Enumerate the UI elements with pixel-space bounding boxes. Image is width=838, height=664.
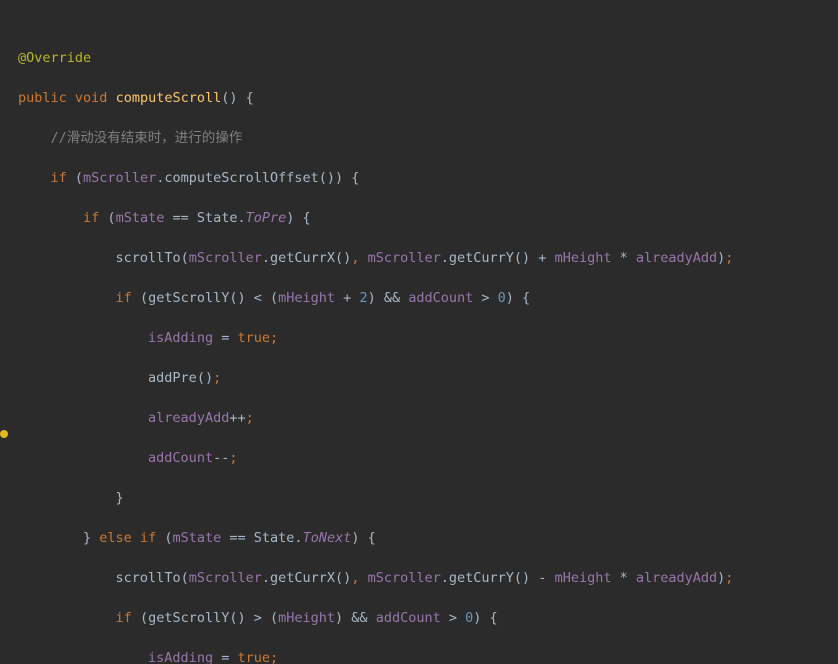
code-editor[interactable]: @Override public void computeScroll() { …	[0, 0, 838, 664]
method-call: getCurrX	[270, 250, 335, 266]
field: mScroller	[189, 250, 262, 266]
number: 2	[359, 290, 367, 306]
field: alreadyAdd	[636, 250, 717, 266]
code-line: if (mState == State.ToPre) {	[18, 208, 838, 228]
keyword-if: if	[83, 210, 99, 226]
code-line: scrollTo(mScroller.getCurrX(), mScroller…	[18, 568, 838, 588]
code-line: alreadyAdd++;	[18, 408, 838, 428]
keyword-else: else	[99, 530, 132, 546]
keyword-if: if	[116, 290, 132, 306]
method-name: computeScroll	[116, 90, 222, 106]
field: mHeight	[278, 610, 335, 626]
method-call: addPre	[148, 370, 197, 386]
enum-value: ToNext	[303, 530, 352, 546]
method-call: getScrollY	[148, 610, 229, 626]
keyword-public: public	[18, 90, 67, 106]
indent	[18, 330, 148, 346]
keyword-true: true	[237, 650, 270, 664]
code-line: addCount--;	[18, 448, 838, 468]
field: alreadyAdd	[636, 570, 717, 586]
indent	[18, 490, 116, 506]
indent	[18, 570, 116, 586]
field: mScroller	[368, 570, 441, 586]
keyword-if: if	[140, 530, 156, 546]
keyword-void: void	[75, 90, 108, 106]
method-call: getCurrY	[449, 250, 514, 266]
annotation: @Override	[18, 50, 91, 66]
indent	[18, 650, 148, 664]
indent	[18, 530, 83, 546]
field: addCount	[376, 610, 441, 626]
code-line: public void computeScroll() {	[18, 88, 838, 108]
indent	[18, 170, 51, 186]
code-line: if (getScrollY() > (mHeight) && addCount…	[18, 608, 838, 628]
code-line: isAdding = true;	[18, 648, 838, 664]
keyword-true: true	[237, 330, 270, 346]
keyword-if: if	[51, 170, 67, 186]
field: mHeight	[555, 250, 612, 266]
class-ref: State	[254, 530, 295, 546]
method-call: computeScrollOffset	[164, 170, 318, 186]
code-line: }	[18, 488, 838, 508]
field: mScroller	[368, 250, 441, 266]
method-call: getCurrX	[270, 570, 335, 586]
class-ref: State	[197, 210, 238, 226]
method-call: getScrollY	[148, 290, 229, 306]
field: mScroller	[189, 570, 262, 586]
method-call: getCurrY	[449, 570, 514, 586]
field: addCount	[408, 290, 473, 306]
field: isAdding	[148, 650, 213, 664]
indent	[18, 610, 116, 626]
code-line: isAdding = true;	[18, 328, 838, 348]
indent	[18, 290, 116, 306]
method-call: scrollTo	[116, 570, 181, 586]
field: alreadyAdd	[148, 410, 229, 426]
comment: //滑动没有结束时，进行的操作	[51, 130, 243, 146]
indent	[18, 410, 148, 426]
field: addCount	[148, 450, 213, 466]
field: mState	[172, 530, 221, 546]
indent	[18, 250, 116, 266]
code-line: addPre();	[18, 368, 838, 388]
field: mScroller	[83, 170, 156, 186]
field: mHeight	[555, 570, 612, 586]
indent	[18, 450, 148, 466]
code-line: //滑动没有结束时，进行的操作	[18, 128, 838, 148]
field: mHeight	[278, 290, 335, 306]
code-line: scrollTo(mScroller.getCurrX(), mScroller…	[18, 248, 838, 268]
code-line: if (mScroller.computeScrollOffset()) {	[18, 168, 838, 188]
indent	[18, 130, 51, 146]
field: isAdding	[148, 330, 213, 346]
keyword-if: if	[116, 610, 132, 626]
field: mState	[116, 210, 165, 226]
indent	[18, 370, 148, 386]
breakpoint-marker[interactable]	[0, 430, 8, 438]
enum-value: ToPre	[246, 210, 287, 226]
code-line: if (getScrollY() < (mHeight + 2) && addC…	[18, 288, 838, 308]
indent	[18, 210, 83, 226]
number: 0	[465, 610, 473, 626]
code-line: } else if (mState == State.ToNext) {	[18, 528, 838, 548]
code-line: @Override	[18, 48, 838, 68]
number: 0	[498, 290, 506, 306]
method-call: scrollTo	[116, 250, 181, 266]
